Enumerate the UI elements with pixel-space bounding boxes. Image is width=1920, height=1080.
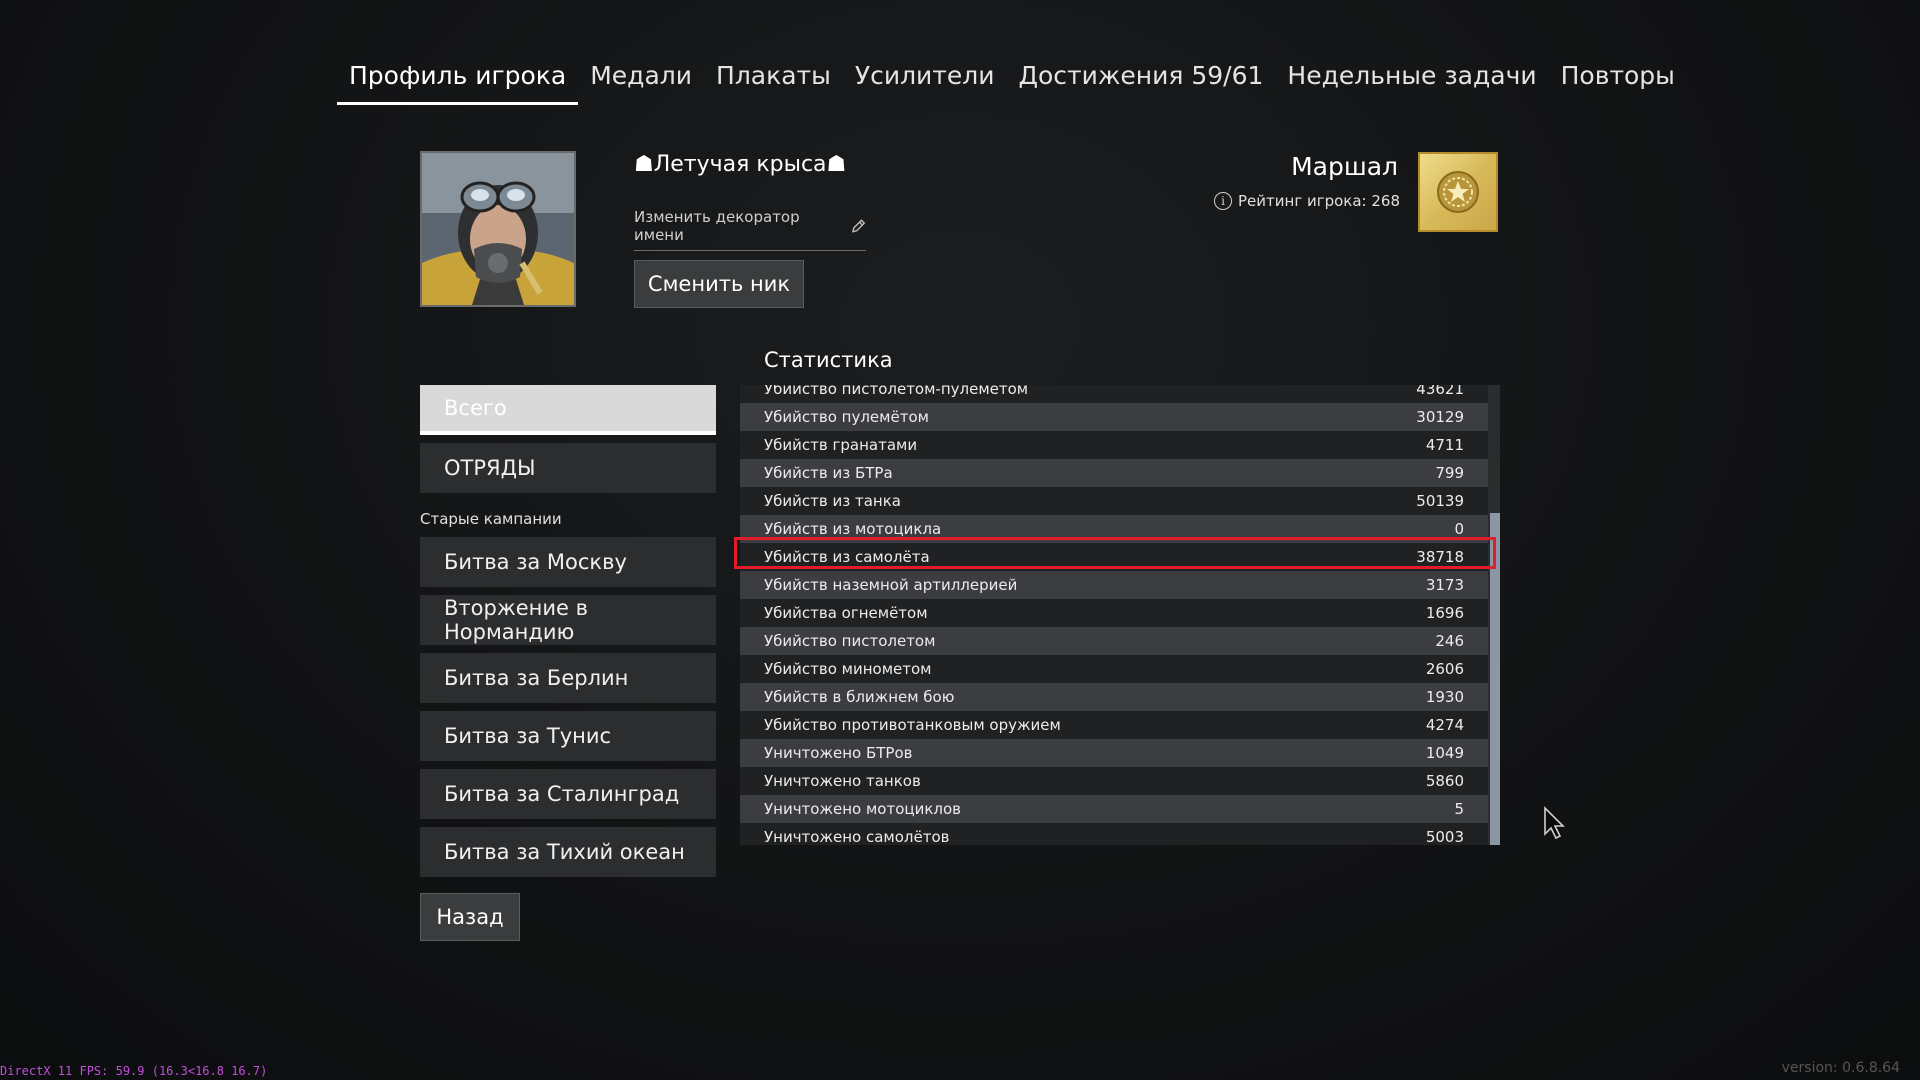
stat-value: 2606 [1425, 660, 1464, 678]
stat-value: 799 [1435, 464, 1464, 482]
stat-value: 1930 [1425, 688, 1464, 706]
stat-value: 50139 [1416, 492, 1464, 510]
player-avatar[interactable] [420, 151, 576, 307]
back-button[interactable]: Назад [420, 893, 520, 941]
stat-value: 1696 [1425, 604, 1464, 622]
sidebar-item-pacific[interactable]: Битва за Тихий океан [420, 827, 716, 877]
stat-row: Уничтожено мотоциклов 5 [740, 795, 1488, 823]
stat-row: Убийств в ближнем бою 1930 [740, 683, 1488, 711]
stat-value: 246 [1435, 632, 1464, 650]
scrollbar-track[interactable] [1490, 385, 1500, 845]
stat-label: Убийство пулемётом [764, 408, 929, 426]
stat-label: Уничтожено мотоциклов [764, 800, 961, 818]
stat-label: Убийства огнемётом [764, 604, 928, 622]
stat-row: Уничтожено самолётов 5003 [740, 823, 1488, 845]
stat-label: Убийств в ближнем бою [764, 688, 955, 706]
pencil-icon [851, 219, 866, 233]
scrollbar-thumb[interactable] [1490, 513, 1500, 845]
stat-label: Убийств из мотоцикла [764, 520, 942, 538]
sidebar-item-label: ОТРЯДЫ [444, 456, 536, 480]
stat-value: 4711 [1425, 436, 1464, 454]
sidebar-item-tunisia[interactable]: Битва за Тунис [420, 711, 716, 761]
stat-label: Убийств из танка [764, 492, 901, 510]
tab-achievements[interactable]: Достижения 59/61 [1006, 56, 1275, 102]
version-label: version: 0.6.8.64 [1781, 1060, 1900, 1076]
old-campaigns-caption: Старые кампании [420, 510, 562, 528]
stat-row-highlighted: Убийств из самолёта 38718 [740, 543, 1488, 571]
stat-value: 3173 [1425, 576, 1464, 594]
stat-label: Убийств наземной артиллерией [764, 576, 1018, 594]
stat-row: Убийств из танка 50139 [740, 487, 1488, 515]
stat-row: Убийство пистолетом-пулеметом 43621 [740, 385, 1488, 403]
stat-value: 5 [1454, 800, 1464, 818]
sidebar-item-label: Битва за Сталинград [444, 782, 680, 806]
tab-boosters[interactable]: Усилители [843, 56, 1007, 102]
rating-label: Рейтинг игрока: 268 [1238, 192, 1400, 210]
stat-label: Убийство пистолетом [764, 632, 936, 650]
mouse-cursor-icon [1544, 806, 1565, 840]
sidebar-item-label: Битва за Берлин [444, 666, 629, 690]
stat-value: 1049 [1425, 744, 1464, 762]
decorator-label: Изменить декоратор имени [634, 208, 800, 244]
sidebar-item-label: Битва за Тихий океан [444, 840, 685, 864]
tab-weekly-tasks[interactable]: Недельные задачи [1275, 56, 1548, 102]
sidebar-item-moscow[interactable]: Битва за Москву [420, 537, 716, 587]
stat-row: Убийств гранатами 4711 [740, 431, 1488, 459]
stat-value: 38718 [1416, 548, 1464, 566]
stat-row: Убийств из мотоцикла 0 [740, 515, 1488, 543]
sidebar-item-berlin[interactable]: Битва за Берлин [420, 653, 716, 703]
player-rating: i Рейтинг игрока: 268 [1214, 192, 1400, 210]
pilot-portrait-icon [422, 153, 574, 305]
stat-label: Уничтожено танков [764, 772, 921, 790]
stat-label: Убийство пистолетом-пулеметом [764, 385, 1029, 398]
stat-row: Убийство противотанковым оружием 4274 [740, 711, 1488, 739]
stat-row: Уничтожено танков 5860 [740, 767, 1488, 795]
sidebar-item-squads[interactable]: ОТРЯДЫ [420, 443, 716, 493]
tab-replays[interactable]: Повторы [1549, 56, 1687, 102]
stat-value: 0 [1454, 520, 1464, 538]
sidebar-item-stalingrad[interactable]: Битва за Сталинград [420, 769, 716, 819]
stat-label: Уничтожено самолётов [764, 828, 950, 845]
stat-row: Убийство пулемётом 30129 [740, 403, 1488, 431]
sidebar-item-all[interactable]: Всего [420, 385, 716, 435]
info-icon[interactable]: i [1214, 192, 1232, 210]
stat-label: Уничтожено БТРов [764, 744, 913, 762]
stat-label: Убийство минометом [764, 660, 932, 678]
stat-row: Убийство минометом 2606 [740, 655, 1488, 683]
sidebar-item-normandy[interactable]: Вторжение в Нормандию [420, 595, 716, 645]
tab-posters[interactable]: Плакаты [704, 56, 843, 102]
stat-label: Убийств из самолёта [764, 548, 930, 566]
stat-row: Уничтожено БТРов 1049 [740, 739, 1488, 767]
stat-label: Убийств гранатами [764, 436, 918, 454]
stat-label: Убийств из БТРа [764, 464, 893, 482]
tab-player-profile[interactable]: Профиль игрока [337, 56, 579, 105]
stat-label: Убийство противотанковым оружием [764, 716, 1061, 734]
stat-row: Убийств наземной артиллерией 3173 [740, 571, 1488, 599]
change-name-decorator-link[interactable]: Изменить декоратор имени [634, 208, 866, 251]
profile-tabs: Профиль игрока Медали Плакаты Усилители … [337, 56, 1687, 106]
fps-counter: DirectX 11 FPS: 59.9 (16.3<16.8 16.7) [0, 1064, 268, 1078]
tab-medals[interactable]: Медали [578, 56, 704, 102]
stat-value: 30129 [1416, 408, 1464, 426]
player-nickname: ☗Летучая крыса☗ [634, 152, 847, 177]
stat-row: Убийства огнемётом 1696 [740, 599, 1488, 627]
sidebar-item-label: Битва за Москву [444, 550, 627, 574]
statistics-title: Статистика [764, 348, 893, 372]
stat-value: 43621 [1416, 385, 1464, 398]
stat-value: 5860 [1425, 772, 1464, 790]
stat-row: Убийств из БТРа 799 [740, 459, 1488, 487]
stat-row: Убийство пистолетом 246 [740, 627, 1488, 655]
stat-value: 4274 [1425, 716, 1464, 734]
marshal-star-icon [1437, 171, 1479, 213]
sidebar-item-label: Всего [444, 396, 507, 420]
sidebar-item-label: Вторжение в Нормандию [444, 596, 589, 644]
change-nickname-button[interactable]: Сменить ник [634, 260, 804, 308]
statistics-panel[interactable]: Убийство пистолетом-пулеметом 43621 Убийст… [740, 385, 1500, 845]
rank-badge [1418, 152, 1498, 232]
statistics-list: Убийство пистолетом-пулеметом 43621 Убийст… [740, 385, 1488, 845]
player-rank: Маршал [1291, 152, 1398, 181]
sidebar-item-label: Битва за Тунис [444, 724, 612, 748]
stat-value: 5003 [1425, 828, 1464, 845]
